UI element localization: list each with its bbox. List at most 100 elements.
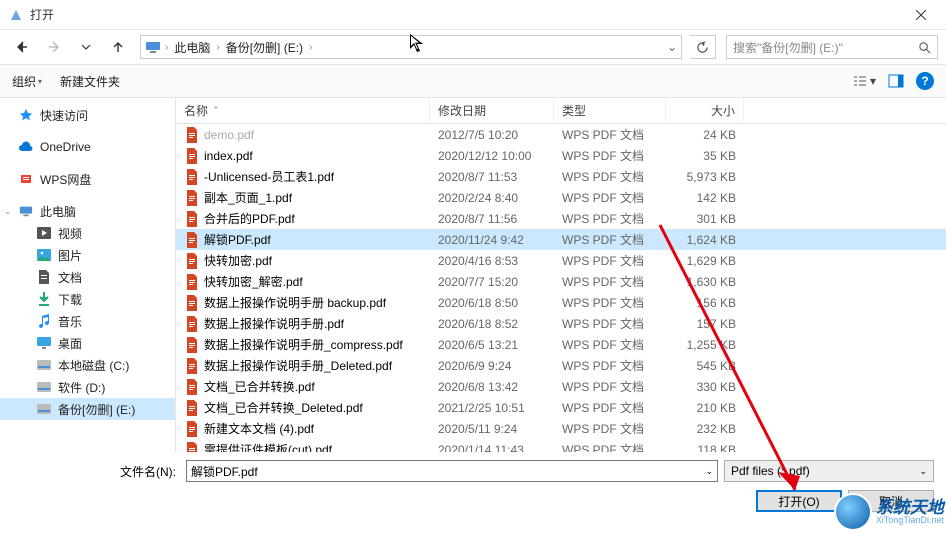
col-size[interactable]: 大小 — [666, 98, 744, 123]
file-row[interactable]: index.pdf2020/12/12 10:00WPS PDF 文档35 KB — [176, 145, 946, 166]
file-row[interactable]: 数据上报操作说明手册_Deleted.pdf2020/6/9 9:24WPS P… — [176, 355, 946, 376]
file-area: 名称⌃ 修改日期 类型 大小 demo.pdf2012/7/5 10:20WPS… — [176, 98, 946, 452]
file-type: WPS PDF 文档 — [554, 336, 666, 353]
crumb-folder[interactable]: 备份[勿删] (E:) — [224, 39, 305, 56]
sidebar-downloads[interactable]: 下载 — [0, 288, 175, 310]
sidebar-item-label: 本地磁盘 (C:) — [58, 357, 129, 374]
col-label: 名称 — [184, 102, 208, 119]
sidebar-thispc[interactable]: ⌄此电脑 — [0, 200, 175, 222]
forward-button[interactable] — [40, 34, 68, 60]
sidebar-drive-e[interactable]: 备份[勿删] (E:) — [0, 398, 175, 420]
refresh-icon — [696, 41, 709, 54]
file-type: WPS PDF 文档 — [554, 189, 666, 206]
crumb-thispc[interactable]: 此电脑 — [172, 39, 212, 56]
sidebar-wps[interactable]: WPS网盘 — [0, 168, 175, 190]
file-type: WPS PDF 文档 — [554, 420, 666, 437]
sidebar-drive-c[interactable]: 本地磁盘 (C:) — [0, 354, 175, 376]
search-input[interactable]: 搜索"备份[勿删] (E:)" — [726, 35, 938, 59]
filename-input[interactable]: 解锁PDF.pdf⌄ — [186, 460, 718, 482]
file-size: 545 KB — [666, 359, 744, 373]
sidebar-drive-d[interactable]: 软件 (D:) — [0, 376, 175, 398]
open-button[interactable]: 打开(O) — [756, 490, 842, 512]
file-row[interactable]: demo.pdf2012/7/5 10:20WPS PDF 文档24 KB — [176, 124, 946, 145]
file-row[interactable]: -Unlicensed-员工表1.pdf2020/8/7 11:53WPS PD… — [176, 166, 946, 187]
file-size: 142 KB — [666, 191, 744, 205]
file-size: 35 KB — [666, 149, 744, 163]
file-row[interactable]: 副本_页面_1.pdf2020/2/24 8:40WPS PDF 文档142 K… — [176, 187, 946, 208]
sidebar-videos[interactable]: 视频 — [0, 222, 175, 244]
file-type: WPS PDF 文档 — [554, 252, 666, 269]
sidebar-item-label: 备份[勿删] (E:) — [58, 401, 135, 418]
col-name[interactable]: 名称⌃ — [176, 98, 430, 123]
sidebar-documents[interactable]: 文档 — [0, 266, 175, 288]
file-name: index.pdf — [204, 149, 253, 163]
close-button[interactable] — [898, 0, 944, 30]
file-row[interactable]: 数据上报操作说明手册.pdf2020/6/18 8:52WPS PDF 文档15… — [176, 313, 946, 334]
filter-value: Pdf files (*.pdf) — [731, 464, 810, 478]
pdf-file-icon — [184, 274, 200, 290]
col-type[interactable]: 类型 — [554, 98, 666, 123]
search-icon — [918, 41, 931, 54]
back-button[interactable] — [8, 34, 36, 60]
recent-dropdown[interactable] — [72, 34, 100, 60]
file-row[interactable]: 合并后的PDF.pdf2020/8/7 11:56WPS PDF 文档301 K… — [176, 208, 946, 229]
arrow-left-icon — [15, 40, 29, 54]
file-date: 2020/8/7 11:56 — [430, 212, 554, 226]
sidebar-music[interactable]: 音乐 — [0, 310, 175, 332]
chevron-down-icon: ⌄ — [705, 466, 713, 477]
file-size: 1,255 KB — [666, 338, 744, 352]
file-name: 文档_已合并转换_Deleted.pdf — [204, 399, 363, 416]
col-label: 类型 — [562, 102, 586, 119]
file-size: 210 KB — [666, 401, 744, 415]
file-row[interactable]: 数据上报操作说明手册 backup.pdf2020/6/18 8:50WPS P… — [176, 292, 946, 313]
sidebar-item-label: 桌面 — [58, 335, 82, 352]
file-type: WPS PDF 文档 — [554, 210, 666, 227]
file-row[interactable]: 需提供证件模板(cut).pdf2020/1/14 11:43WPS PDF 文… — [176, 439, 946, 452]
chevron-down-icon: ⌄ — [919, 466, 927, 477]
file-row[interactable]: 新建文本文档 (4).pdf2020/5/11 9:24WPS PDF 文档23… — [176, 418, 946, 439]
view-mode-button[interactable]: ▾ — [852, 74, 876, 88]
sidebar-pictures[interactable]: 图片 — [0, 244, 175, 266]
download-icon — [36, 291, 52, 307]
chevron-down-icon: ▾ — [38, 77, 42, 86]
file-name: 合并后的PDF.pdf — [204, 210, 295, 227]
preview-pane-button[interactable] — [888, 74, 904, 88]
file-type: WPS PDF 文档 — [554, 273, 666, 290]
up-button[interactable] — [104, 34, 132, 60]
sidebar-item-label: 视频 — [58, 225, 82, 242]
sidebar-quick-access[interactable]: 快速访问 — [0, 104, 175, 126]
file-row[interactable]: 快转加密.pdf2020/4/16 8:53WPS PDF 文档1,629 KB — [176, 250, 946, 271]
sidebar-desktop[interactable]: 桌面 — [0, 332, 175, 354]
pdf-file-icon — [184, 169, 200, 185]
file-type-filter[interactable]: Pdf files (*.pdf) ⌄ — [724, 460, 934, 482]
watermark-icon — [834, 493, 872, 531]
file-name: 快转加密_解密.pdf — [204, 273, 303, 290]
organize-menu[interactable]: 组织▾ — [12, 73, 42, 90]
refresh-button[interactable] — [690, 35, 716, 59]
chevron-down-icon[interactable]: ⌄ — [667, 40, 677, 54]
file-size: 5,973 KB — [666, 170, 744, 184]
pdf-file-icon — [184, 316, 200, 332]
file-size: 330 KB — [666, 380, 744, 394]
sidebar-onedrive[interactable]: OneDrive — [0, 136, 175, 158]
arrow-up-icon — [111, 40, 125, 54]
file-size: 24 KB — [666, 128, 744, 142]
file-row[interactable]: 文档_已合并转换_Deleted.pdf2021/2/25 10:51WPS P… — [176, 397, 946, 418]
sidebar-item-label: 图片 — [58, 247, 82, 264]
file-row[interactable]: 解锁PDF.pdf2020/11/24 9:42WPS PDF 文档1,624 … — [176, 229, 946, 250]
help-button[interactable]: ? — [916, 72, 934, 90]
file-row[interactable]: 快转加密_解密.pdf2020/7/7 15:20WPS PDF 文档1,630… — [176, 271, 946, 292]
new-folder-button[interactable]: 新建文件夹 — [60, 73, 120, 90]
col-date[interactable]: 修改日期 — [430, 98, 554, 123]
file-list[interactable]: demo.pdf2012/7/5 10:20WPS PDF 文档24 KB ind… — [176, 124, 946, 452]
breadcrumb[interactable]: › 此电脑 › 备份[勿删] (E:) › ⌄ — [140, 35, 682, 59]
toolbar: 组织▾ 新建文件夹 ▾ ? — [0, 64, 946, 98]
file-type: WPS PDF 文档 — [554, 357, 666, 374]
chevron-right-icon: › — [216, 42, 219, 53]
file-row[interactable]: 文档_已合并转换.pdf2020/6/8 13:42WPS PDF 文档330 … — [176, 376, 946, 397]
pdf-file-icon — [184, 358, 200, 374]
file-date: 2020/12/12 10:00 — [430, 149, 554, 163]
pdf-file-icon — [184, 127, 200, 143]
file-row[interactable]: 数据上报操作说明手册_compress.pdf2020/6/5 13:21WPS… — [176, 334, 946, 355]
newfolder-label: 新建文件夹 — [60, 73, 120, 90]
